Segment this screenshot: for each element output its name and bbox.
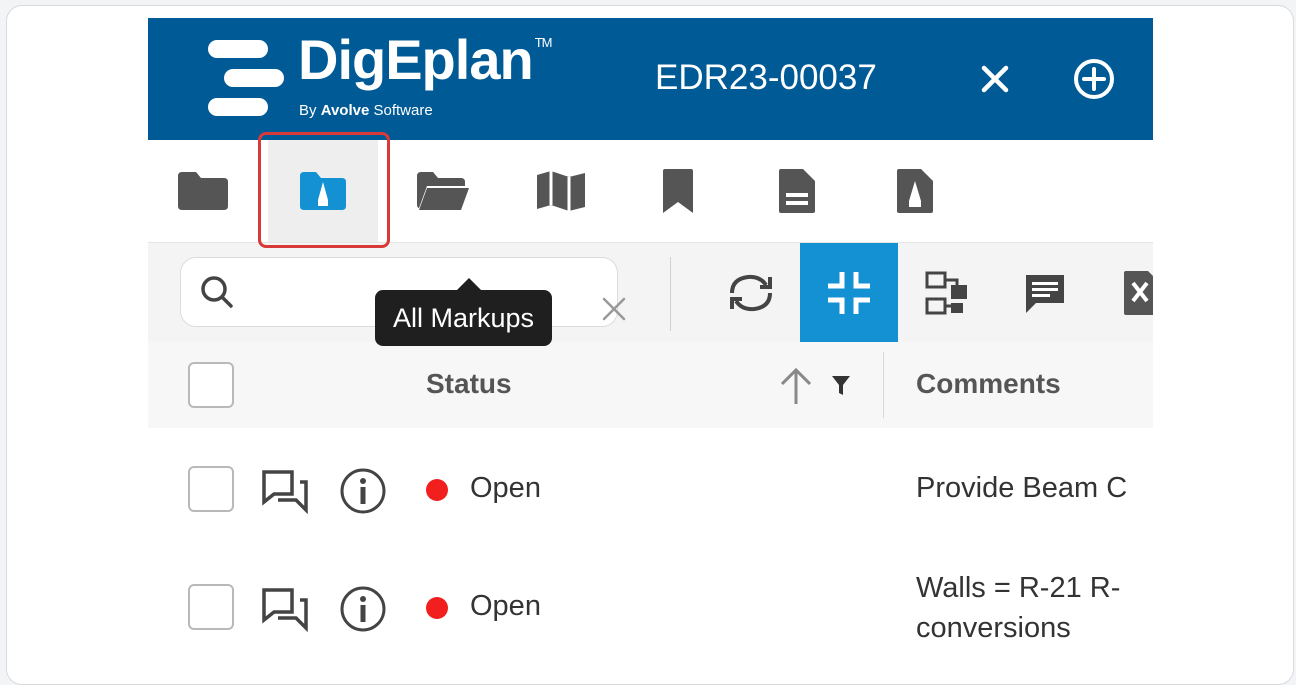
tab-folder[interactable]	[148, 140, 258, 242]
document-icon	[779, 169, 815, 213]
tab-open-folder[interactable]	[388, 140, 498, 242]
comment-line: conversions	[916, 612, 1071, 644]
excel-export-icon	[1124, 271, 1153, 315]
toolbar-divider	[670, 257, 671, 331]
markup-document-icon	[897, 169, 933, 213]
collapse-button[interactable]	[800, 243, 898, 343]
column-header-status[interactable]: Status	[426, 368, 512, 400]
digeplan-logo-icon	[208, 40, 284, 116]
close-record-button[interactable]	[974, 58, 1016, 100]
info-icon[interactable]	[338, 584, 388, 634]
folder-icon	[178, 172, 228, 210]
app-header: DigEplan TM By Avolve Software EDR23-0003…	[148, 18, 1153, 140]
refresh-icon	[730, 274, 772, 312]
status-indicator	[426, 597, 448, 619]
workflow-button[interactable]	[898, 243, 996, 343]
tab-all-markups[interactable]	[268, 140, 378, 242]
panel-tab-bar	[148, 140, 1153, 242]
tab-bookmarks[interactable]	[623, 140, 733, 242]
tab-documents[interactable]	[742, 140, 852, 242]
tooltip: All Markups	[375, 278, 553, 346]
comment-icon	[1026, 275, 1064, 313]
record-id: EDR23-00037	[655, 58, 877, 97]
filter-icon[interactable]	[830, 374, 852, 398]
add-circle-icon	[1074, 59, 1114, 99]
workflow-icon	[925, 271, 967, 315]
replies-icon[interactable]	[260, 468, 310, 514]
brand-name: DigEplan TM	[298, 28, 553, 91]
trademark-mark: TM	[534, 35, 553, 50]
select-all-checkbox[interactable]	[188, 362, 234, 408]
tab-map[interactable]	[506, 140, 616, 242]
refresh-button[interactable]	[702, 243, 800, 343]
column-divider	[883, 352, 884, 418]
status-value: Open	[470, 590, 541, 622]
comment-value: Walls = R-21 R- conversions	[916, 568, 1153, 648]
tab-markup-documents[interactable]	[860, 140, 970, 242]
map-icon	[537, 171, 585, 211]
info-icon[interactable]	[338, 466, 388, 516]
row-checkbox[interactable]	[188, 584, 234, 630]
table-row[interactable]: Open Walls = R-21 R- conversions	[148, 546, 1153, 664]
comment-value: Provide Beam C	[916, 472, 1128, 504]
sort-ascending-icon[interactable]	[776, 364, 816, 408]
table-row[interactable]: Open Provide Beam C	[148, 428, 1153, 546]
excel-export-button[interactable]	[1094, 243, 1153, 343]
digeplan-app: DigEplan TM By Avolve Software EDR23-0003…	[148, 18, 1153, 678]
column-header-comments[interactable]: Comments	[916, 368, 1061, 400]
markup-toolbar	[148, 242, 1153, 343]
markup-folder-icon	[300, 172, 346, 210]
grid-header: Status Comments	[148, 342, 1153, 429]
status-value: Open	[470, 472, 541, 504]
replies-icon[interactable]	[260, 586, 310, 632]
row-checkbox[interactable]	[188, 466, 234, 512]
open-folder-icon	[417, 172, 469, 210]
clear-search-icon[interactable]	[597, 292, 631, 326]
bookmark-icon	[663, 169, 693, 213]
collapse-icon	[828, 272, 870, 314]
comment-line: Walls = R-21 R-	[916, 572, 1121, 604]
comments-button[interactable]	[996, 243, 1094, 343]
add-record-button[interactable]	[1073, 58, 1115, 100]
status-indicator	[426, 479, 448, 501]
brand-byline: By Avolve Software	[299, 102, 433, 119]
close-icon	[981, 65, 1009, 93]
